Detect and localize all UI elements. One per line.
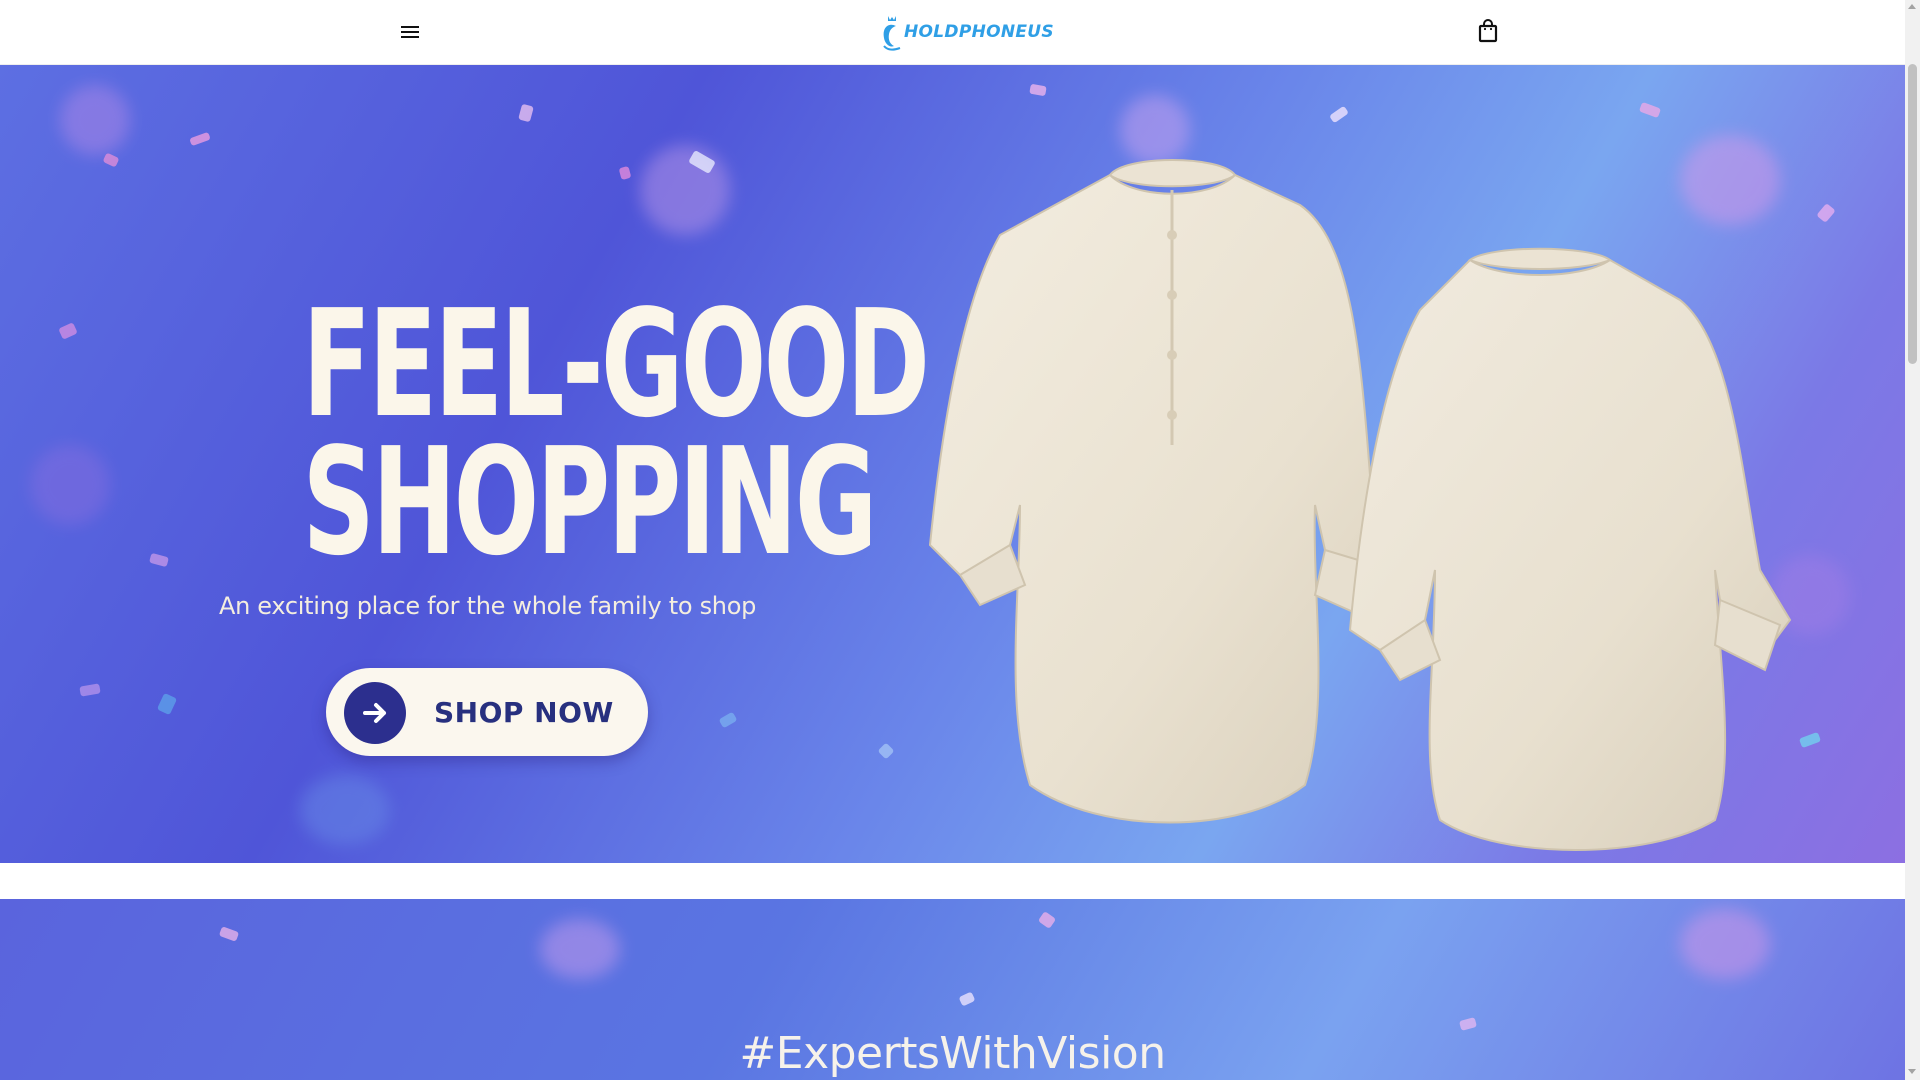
menu-button[interactable] (398, 20, 422, 44)
confetti (1037, 911, 1057, 929)
confetti (149, 552, 169, 568)
hero-headline-line1: FEEL-GOOD (302, 278, 930, 450)
confetti (189, 131, 211, 147)
confetti (102, 152, 120, 168)
bokeh-light (540, 919, 620, 979)
scroll-thumb[interactable] (1908, 64, 1917, 364)
confetti (218, 926, 240, 942)
cart-button[interactable] (1476, 18, 1500, 44)
logo-text: HOLDPHONEUS (904, 22, 1054, 42)
confetti (1638, 101, 1662, 119)
hero-banner[interactable]: FEEL-GOOD SHOPPING An exciting place for… (0, 65, 1905, 863)
shop-now-label: SHOP NOW (434, 696, 614, 729)
confetti (79, 683, 101, 697)
shirt-back-image (1348, 247, 1792, 851)
confetti (618, 165, 632, 181)
confetti (1329, 105, 1349, 124)
confetti (1816, 203, 1836, 223)
confetti (58, 322, 78, 340)
confetti (518, 103, 534, 123)
confetti (156, 692, 178, 716)
arrow-right-icon (363, 703, 386, 723)
bokeh-light (30, 445, 110, 525)
page-scrollbar[interactable] (1905, 0, 1920, 1080)
bokeh-light (300, 775, 390, 845)
scroll-up-arrow-icon[interactable] (1908, 4, 1916, 9)
bokeh-light (60, 85, 130, 155)
hero-headline-line2: SHOPPING (302, 416, 877, 588)
logo-mark-icon (883, 16, 901, 51)
confetti (877, 742, 895, 760)
site-header: HOLDPHONEUS (0, 0, 1905, 65)
hamburger-menu-icon (401, 26, 419, 28)
confetti (958, 991, 976, 1007)
shop-now-button[interactable]: SHOP NOW (326, 668, 648, 756)
hero-tagline: An exciting place for the whole family t… (218, 592, 757, 620)
site-logo[interactable]: HOLDPHONEUS (878, 11, 1054, 53)
scroll-down-arrow-icon[interactable] (1908, 1069, 1916, 1074)
experts-hashtag: #ExpertsWithVision (739, 1028, 1166, 1079)
confetti (1029, 83, 1047, 97)
confetti (718, 711, 738, 729)
hero-headline: FEEL-GOOD SHOPPING (302, 278, 930, 588)
shop-now-icon-circle (344, 682, 406, 744)
shopping-bag-icon (1478, 19, 1498, 43)
page: HOLDPHONEUS FEEL-GOOD SHOPPING An exciti… (0, 0, 1905, 1080)
bokeh-light (640, 145, 730, 235)
bokeh-light (1680, 909, 1770, 979)
bokeh-light (1680, 135, 1780, 225)
